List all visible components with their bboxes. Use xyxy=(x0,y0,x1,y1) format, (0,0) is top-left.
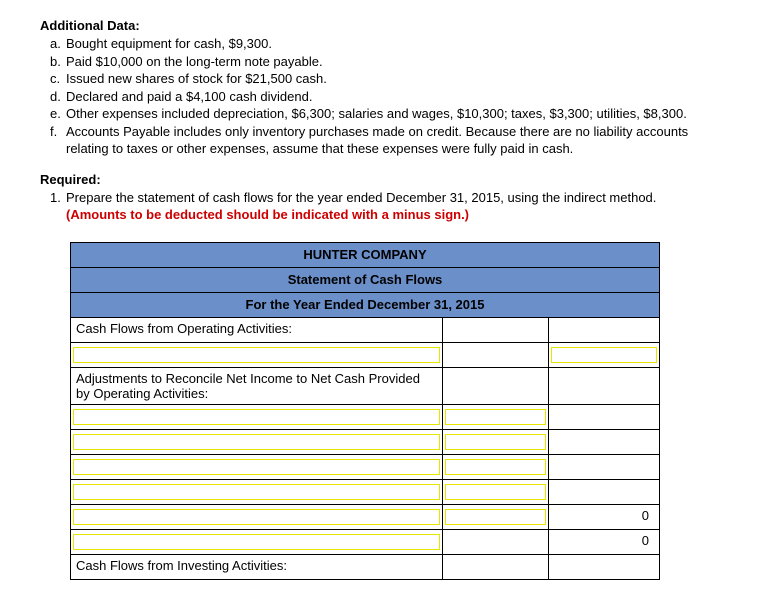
additional-data-title: Additional Data: xyxy=(40,18,728,33)
cell-blank xyxy=(548,479,659,504)
required-item: 1. Prepare the statement of cash flows f… xyxy=(50,189,728,224)
cell-blank xyxy=(548,367,659,404)
required-text: Prepare the statement of cash flows for … xyxy=(66,189,728,224)
cell-blank xyxy=(442,554,548,579)
additional-data-section: Additional Data: a. Bought equipment for… xyxy=(40,18,728,158)
item-text: Accounts Payable includes only inventory… xyxy=(66,123,728,158)
computed-zero: 0 xyxy=(548,529,659,554)
item-text: Issued new shares of stock for $21,500 c… xyxy=(66,70,728,88)
cell-blank xyxy=(548,454,659,479)
statement-table-wrap: HUNTER COMPANY Statement of Cash Flows F… xyxy=(70,242,660,580)
required-section: Required: 1. Prepare the statement of ca… xyxy=(40,172,728,224)
input-amount[interactable] xyxy=(442,404,548,429)
input-line-item[interactable] xyxy=(71,404,443,429)
cell-blank xyxy=(548,429,659,454)
header-statement: Statement of Cash Flows xyxy=(71,267,660,292)
statement-table: HUNTER COMPANY Statement of Cash Flows F… xyxy=(70,242,660,580)
item-letter: b. xyxy=(50,53,66,71)
input-amount[interactable] xyxy=(442,454,548,479)
input-line-item[interactable] xyxy=(71,429,443,454)
item-text: Bought equipment for cash, $9,300. xyxy=(66,35,728,53)
item-c: c. Issued new shares of stock for $21,50… xyxy=(50,70,728,88)
header-company: HUNTER COMPANY xyxy=(71,242,660,267)
required-instruction: Prepare the statement of cash flows for … xyxy=(66,190,656,205)
cell-blank xyxy=(548,317,659,342)
input-amount[interactable] xyxy=(442,504,548,529)
computed-zero: 0 xyxy=(548,504,659,529)
row-investing-label: Cash Flows from Investing Activities: xyxy=(71,554,443,579)
item-letter: c. xyxy=(50,70,66,88)
item-text: Other expenses included depreciation, $6… xyxy=(66,105,728,123)
item-letter: e. xyxy=(50,105,66,123)
item-letter: f. xyxy=(50,123,66,158)
input-line-item[interactable] xyxy=(71,479,443,504)
item-d: d. Declared and paid a $4,100 cash divid… xyxy=(50,88,728,106)
cell-blank xyxy=(442,367,548,404)
required-num: 1. xyxy=(50,189,66,224)
input-line-item[interactable] xyxy=(71,454,443,479)
input-amount[interactable] xyxy=(442,429,548,454)
required-note: (Amounts to be deducted should be indica… xyxy=(66,207,469,222)
header-period: For the Year Ended December 31, 2015 xyxy=(71,292,660,317)
cell-blank xyxy=(442,342,548,367)
input-line-item[interactable] xyxy=(71,342,443,367)
row-operating-label: Cash Flows from Operating Activities: xyxy=(71,317,443,342)
input-amount[interactable] xyxy=(548,342,659,367)
cell-blank xyxy=(442,529,548,554)
cell-blank xyxy=(442,317,548,342)
item-letter: d. xyxy=(50,88,66,106)
input-amount[interactable] xyxy=(442,479,548,504)
required-title: Required: xyxy=(40,172,728,187)
input-line-item[interactable] xyxy=(71,504,443,529)
cell-blank xyxy=(548,554,659,579)
item-b: b. Paid $10,000 on the long-term note pa… xyxy=(50,53,728,71)
cell-blank xyxy=(548,404,659,429)
item-text: Paid $10,000 on the long-term note payab… xyxy=(66,53,728,71)
item-f: f. Accounts Payable includes only invent… xyxy=(50,123,728,158)
item-letter: a. xyxy=(50,35,66,53)
item-a: a. Bought equipment for cash, $9,300. xyxy=(50,35,728,53)
item-text: Declared and paid a $4,100 cash dividend… xyxy=(66,88,728,106)
input-line-item[interactable] xyxy=(71,529,443,554)
row-adjustments-label: Adjustments to Reconcile Net Income to N… xyxy=(71,367,443,404)
item-e: e. Other expenses included depreciation,… xyxy=(50,105,728,123)
